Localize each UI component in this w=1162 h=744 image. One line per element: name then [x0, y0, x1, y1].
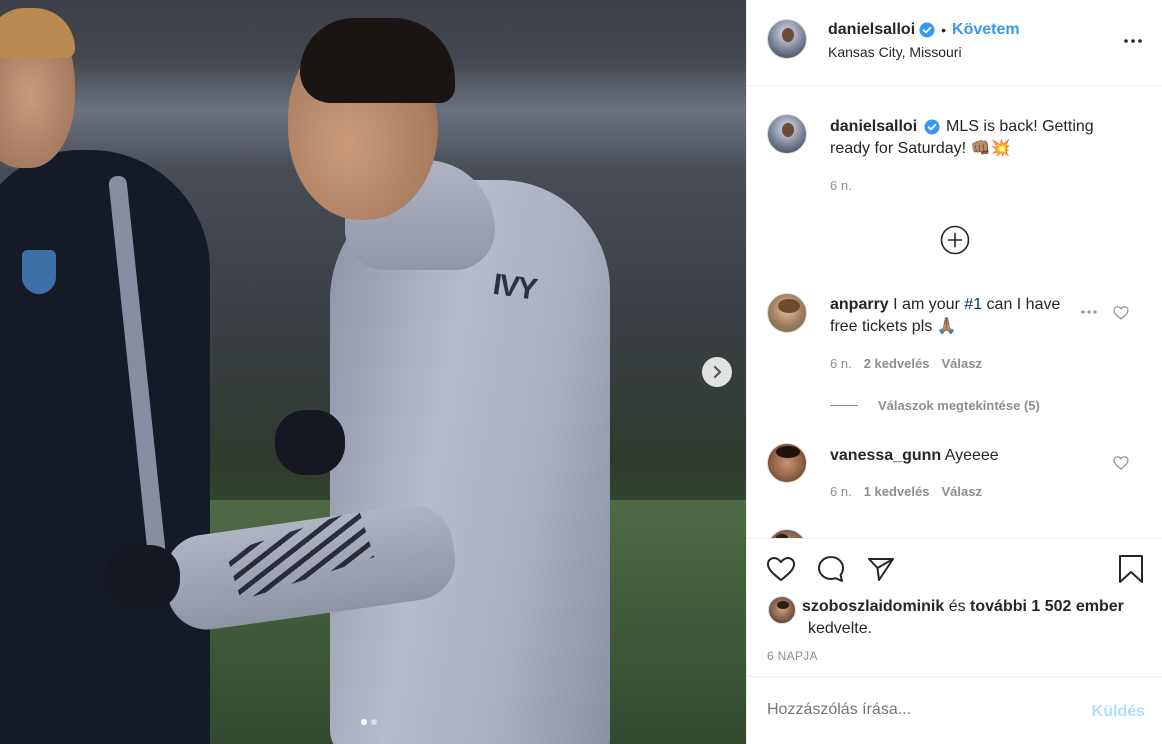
chevron-right-icon [713, 365, 722, 379]
post-header: danielsalloi • Követem Kansas City, Miss… [747, 0, 1162, 86]
view-replies-button[interactable]: Válaszok megtekintése (5) [830, 398, 1040, 413]
comment-time[interactable]: 6 n. [830, 484, 852, 499]
more-horizontal-icon [1081, 310, 1097, 314]
reply-button[interactable]: Válasz [941, 484, 981, 499]
liker-username[interactable]: szoboszlaidominik [802, 598, 944, 615]
comment-options-button[interactable] [1077, 302, 1101, 322]
commenter-avatar[interactable] [767, 293, 807, 333]
comment-likes-count[interactable]: 1 kedvelés [864, 484, 930, 499]
comment-input[interactable] [767, 701, 1067, 719]
comment-like-heart-icon[interactable] [1113, 305, 1129, 321]
author-avatar[interactable] [767, 19, 807, 59]
caption: danielsalloi MLS is back! Getting ready … [830, 116, 1130, 160]
verified-badge-icon [924, 119, 940, 135]
like-heart-icon[interactable] [765, 553, 797, 585]
share-direct-icon[interactable] [865, 553, 897, 585]
comment-body: vanessa_gunn Ayeeee [830, 445, 1090, 467]
other-likers-button[interactable]: további 1 502 ember [970, 598, 1124, 615]
replies-divider [830, 405, 858, 406]
player-hair [300, 18, 455, 103]
likes-conjunction: és [944, 598, 971, 615]
reply-button[interactable]: Válasz [941, 356, 981, 371]
next-slide-button[interactable] [702, 357, 732, 387]
player-glove-left [105, 545, 180, 610]
more-options-button[interactable] [1121, 31, 1145, 51]
plus-circle-icon [940, 225, 970, 255]
add-comment-bar: Küldés [747, 676, 1162, 744]
header-separator: • [941, 22, 947, 38]
verified-badge-icon [919, 22, 935, 38]
comment-text-start: I am your [893, 296, 965, 313]
post-view: IVY danielsalloi • Követem Kansas City, … [0, 0, 1162, 744]
post-location[interactable]: Kansas City, Missouri [828, 44, 962, 60]
player-glove-right [275, 410, 345, 475]
more-horizontal-icon [1124, 39, 1142, 43]
jacket-sponsor-logo: IVY [490, 267, 538, 307]
carousel-dot-active [361, 719, 367, 725]
comment-time[interactable]: 6 n. [830, 356, 852, 371]
caption-avatar[interactable] [767, 114, 807, 154]
comments-section: danielsalloi MLS is back! Getting ready … [747, 86, 1162, 538]
comment-username[interactable]: anparry [830, 296, 889, 313]
commenter-avatar[interactable] [767, 443, 807, 483]
club-badge [22, 250, 56, 294]
caption-time[interactable]: 6 n. [830, 178, 852, 193]
follow-button[interactable]: Követem [952, 21, 1020, 39]
post-photo[interactable]: IVY [0, 0, 746, 744]
post-timestamp[interactable]: 6 NAPJA [767, 649, 818, 663]
caption-username[interactable]: danielsalloi [830, 118, 917, 135]
comment-hashtag[interactable]: #1 [964, 296, 982, 313]
caption-meta: 6 n. [830, 178, 852, 193]
commenter-avatar-partial[interactable] [767, 529, 807, 538]
comment-body: anparry I am your #1 can I have free tic… [830, 294, 1080, 338]
post-comment-button[interactable]: Küldés [1092, 703, 1145, 721]
comment-meta: 6 n. 1 kedvelés Válasz [830, 484, 982, 499]
comment-meta: 6 n. 2 kedvelés Válasz [830, 356, 982, 371]
comment-likes-count[interactable]: 2 kedvelés [864, 356, 930, 371]
likes-suffix: kedvelte. [808, 620, 873, 637]
comment-bubble-icon[interactable] [815, 553, 847, 585]
comment-like-heart-icon[interactable] [1113, 455, 1129, 471]
carousel-dot [371, 719, 377, 725]
post-actions: szoboszlaidominik és további 1 502 ember… [747, 538, 1162, 676]
comment-username[interactable]: vanessa_gunn [830, 447, 941, 464]
background-player-hair [0, 8, 75, 58]
view-replies-label: Válaszok megtekintése (5) [878, 398, 1040, 413]
likes-summary: szoboszlaidominik és további 1 502 ember… [802, 596, 1147, 640]
liker-avatar[interactable] [768, 596, 796, 624]
background-player-body [0, 150, 210, 744]
author-username[interactable]: danielsalloi [828, 21, 915, 39]
header-title-row: danielsalloi • Követem [828, 21, 1020, 39]
post-side-panel: danielsalloi • Követem Kansas City, Miss… [746, 0, 1162, 744]
bookmark-icon[interactable] [1115, 553, 1147, 585]
comment-text: Ayeeee [944, 447, 999, 464]
carousel-indicator [361, 719, 377, 725]
load-more-comments-button[interactable] [940, 225, 970, 255]
